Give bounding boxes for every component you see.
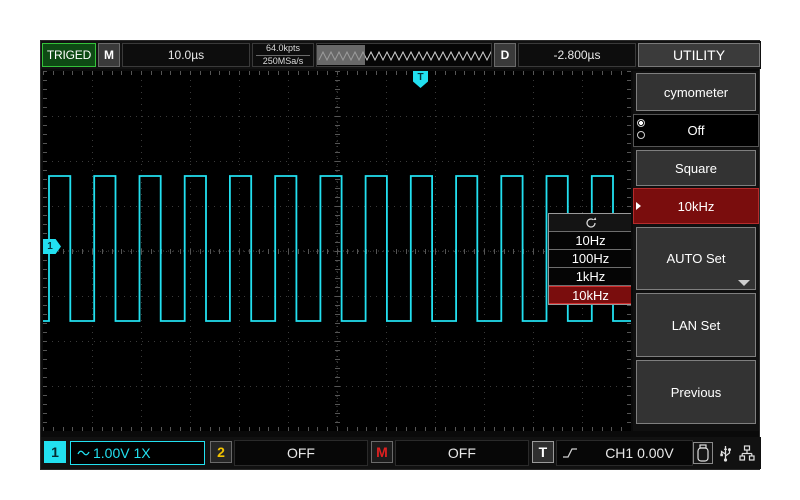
usb-drive-glyph — [697, 444, 709, 462]
freq-option-10khz[interactable]: 10kHz — [549, 286, 631, 304]
channel1-waveform — [43, 175, 631, 322]
menu-item-previous-label: Previous — [670, 384, 722, 400]
radio-off-icon[interactable] — [637, 131, 645, 139]
channel2-badge[interactable]: 2 — [210, 441, 232, 463]
top-status-bar: TRIGED M 10.0µs 64.0kpts 250MSa/s D -2.8… — [41, 41, 761, 69]
trigger-badge[interactable]: T — [531, 441, 554, 463]
math-settings[interactable]: OFF — [394, 440, 529, 466]
side-menu: cymometer Off Square 10kHz AUTO Set LAN … — [633, 71, 759, 431]
channel1-settings[interactable]: 1.00V 1X — [70, 441, 205, 465]
menu-item-lan-set-label: LAN Set — [671, 317, 721, 333]
menu-item-off[interactable]: Off — [633, 114, 759, 147]
sample-rate: 250MSa/s — [262, 55, 304, 66]
chevron-down-icon[interactable] — [738, 280, 750, 286]
timebase-value: 10.0µs — [122, 43, 250, 67]
menu-item-lan-set[interactable]: LAN Set — [636, 293, 756, 357]
mode-badge[interactable]: M — [98, 43, 120, 67]
rotate-refresh-icon — [585, 216, 596, 228]
delay-badge[interactable]: D — [494, 43, 516, 67]
menu-item-cymometer-label: cymometer — [663, 84, 729, 100]
system-icons — [693, 437, 761, 469]
menu-item-auto-set-label: AUTO Set — [666, 251, 726, 266]
waveform-display[interactable]: 1 T 10Hz 100Hz 1kHz 10kHz — [43, 71, 631, 431]
math-badge[interactable]: M — [370, 441, 393, 463]
menu-item-10khz-label: 10kHz — [677, 198, 715, 214]
menu-item-previous[interactable]: Previous — [636, 360, 756, 424]
lan-icon[interactable] — [737, 442, 757, 464]
memory-overview-waveform[interactable] — [316, 43, 492, 67]
bottom-status-bar: 1 1.00V 1X 2 OFF M OFF T CH1 0.00V — [41, 437, 761, 469]
usb-glyph — [719, 446, 731, 462]
trigger-settings[interactable]: CH1 0.00V — [555, 440, 693, 466]
channel1-badge[interactable]: 1 — [44, 441, 66, 463]
menu-item-cymometer[interactable]: cymometer — [636, 73, 756, 111]
trigger-value: CH1 0.00V — [605, 445, 674, 461]
frequency-dropdown[interactable]: 10Hz 100Hz 1kHz 10kHz — [548, 213, 631, 305]
channel2-settings[interactable]: OFF — [234, 440, 368, 466]
delay-value: -2.800µs — [518, 43, 636, 67]
menu-item-square[interactable]: Square — [636, 150, 756, 186]
menu-item-off-label: Off — [687, 123, 705, 138]
menu-title: UTILITY — [638, 43, 760, 67]
channel1-value: 1.00V 1X — [93, 445, 151, 461]
acquisition-info: 64.0kpts 250MSa/s — [252, 43, 314, 67]
rising-edge-icon — [562, 448, 577, 458]
lan-glyph — [739, 445, 755, 461]
trigger-status-badge: TRIGED — [42, 43, 96, 67]
freq-option-1khz[interactable]: 1kHz — [549, 268, 631, 286]
ac-coupling-icon — [77, 450, 90, 456]
menu-item-square-label: Square — [675, 160, 717, 176]
usb-drive-icon[interactable] — [693, 442, 713, 464]
memory-depth: 64.0kpts — [265, 43, 301, 54]
oscilloscope-screen: TRIGED M 10.0µs 64.0kpts 250MSa/s D -2.8… — [40, 40, 761, 470]
menu-item-10khz[interactable]: 10kHz — [633, 188, 759, 224]
radio-group[interactable] — [637, 119, 645, 139]
menu-item-auto-set[interactable]: AUTO Set — [636, 227, 756, 290]
radio-on-icon[interactable] — [637, 119, 645, 127]
usb-icon[interactable] — [715, 442, 735, 464]
refresh-icon[interactable] — [549, 214, 631, 232]
freq-option-10hz[interactable]: 10Hz — [549, 232, 631, 250]
memory-window-left[interactable] — [317, 45, 365, 65]
freq-option-100hz[interactable]: 100Hz — [549, 250, 631, 268]
selection-arrow-icon — [636, 202, 641, 210]
